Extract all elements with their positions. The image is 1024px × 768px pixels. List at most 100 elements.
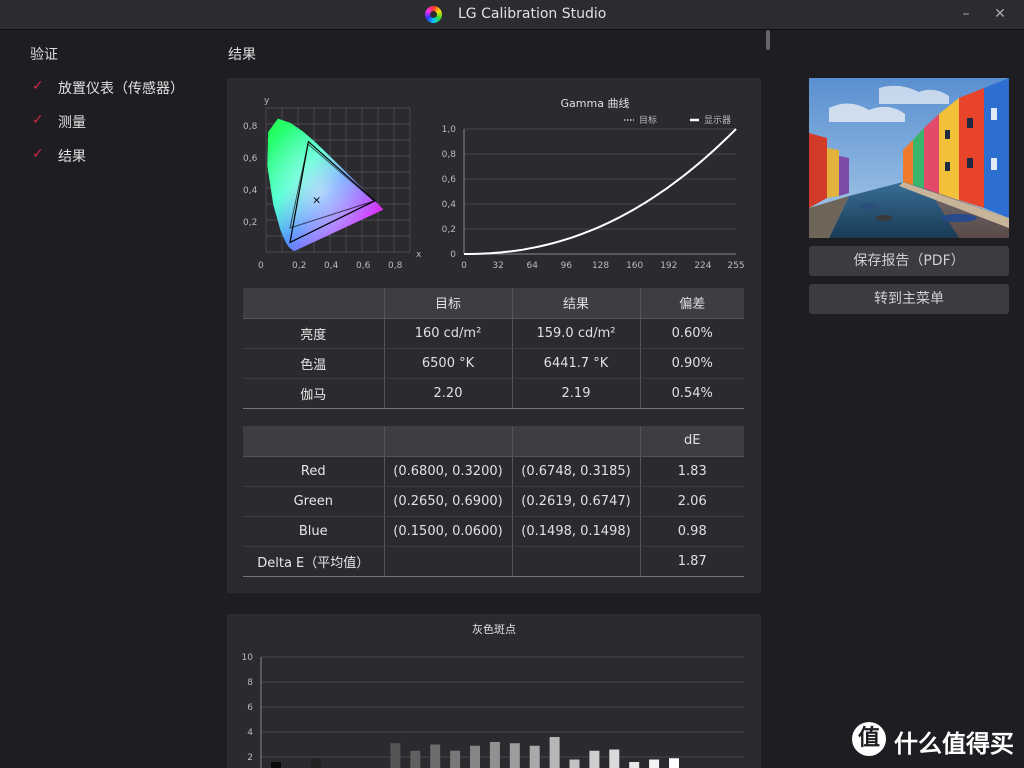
row-label: 伽马 [243,378,385,409]
gamma-x-tick: 0 [461,261,467,271]
delta-e-cell: 1.83 [640,456,744,487]
gamma-y-tick: 1,0 [442,125,457,135]
result-cell: (0.2619, 0.6747) [512,486,641,517]
gamut-y-tick: 0,8 [243,122,258,132]
gray-bar [430,744,441,768]
gamma-x-tick: 128 [592,261,609,271]
gray-bar [529,745,540,768]
step-label: 测量 [58,115,86,131]
gamut-y-label: y [264,96,270,106]
gamma-x-tick: 160 [626,261,643,271]
gamma-legend: 目标 显示器 [624,114,731,126]
delta-e-cell: 2.06 [640,486,744,517]
gamut-y-tick: 0,2 [243,218,257,228]
gamut-y-tick: 0,6 [243,154,258,164]
gamma-y-tick: 0,4 [442,200,457,210]
gray-bar [649,759,660,768]
target-cell: (0.2650, 0.6900) [384,486,513,517]
result-cell [512,546,641,577]
legend-display-label: 显示器 [704,115,731,126]
gamma-chart-title: Gamma 曲线 [561,96,630,110]
gray-bar [609,749,620,768]
row-label: Delta E（平均值） [243,546,385,577]
gamma-display-line [464,128,737,255]
gray-y-tick: 2 [247,753,253,763]
table-header-cell: 结果 [512,288,641,319]
result-cell: (0.6748, 0.3185) [512,456,641,487]
close-button[interactable]: ✕ [992,6,1008,22]
gamut-x-tick: 0,6 [356,261,371,271]
target-cell: 6500 °K [384,348,513,379]
gamma-x-tick: 192 [660,261,677,271]
watermark-logo-icon: 值 [852,722,886,756]
target-cell: (0.6800, 0.3200) [384,456,513,487]
preview-image [809,78,1009,238]
gamma-y-tick: 0,6 [442,175,457,185]
target-cell: (0.1500, 0.0600) [384,516,513,547]
result-cell: 2.19 [512,378,641,409]
gray-bar [271,762,281,768]
result-cell: 6441.7 °K [512,348,641,379]
table-header-row: 目标 结果 偏差 [243,288,744,319]
table-header-cell [512,426,641,457]
watermark-text: 什么值得买 [894,730,1014,758]
delta-e-cell: 0.98 [640,516,744,547]
gray-y-tick: 8 [247,678,253,688]
table-header-cell [243,426,385,457]
step-label: 结果 [58,149,86,165]
table-header-cell: dE [640,426,744,457]
gamma-x-tick: 64 [527,261,539,271]
gamma-y-tick: 0,8 [442,150,457,160]
minimize-button[interactable]: – [958,6,974,22]
gamma-y-tick: 0 [450,250,456,260]
go-to-main-menu-button[interactable]: 转到主菜单 [809,284,1009,314]
check-icon: ✓ [32,146,44,162]
table-header-cell [243,288,385,319]
gray-patches-chart: 灰色斑点 10 8 6 4 2 [242,622,744,768]
table-row: 亮度 160 cd/m² 159.0 cd/m² 0.60% [243,318,744,349]
gray-bar [390,743,401,768]
check-icon: ✓ [32,112,44,128]
luminance-table: 目标 结果 偏差 亮度 160 cd/m² 159.0 cd/m² 0.60% … [243,288,744,409]
app-logo-icon [425,6,442,23]
sidebar-heading: 验证 [30,47,58,63]
delta-e-cell: 1.87 [640,546,744,577]
title-bar: LG Calibration Studio – ✕ [0,0,1024,30]
gamma-x-tick: 224 [694,261,711,271]
gray-y-tick: 6 [247,703,253,713]
scrollbar-thumb[interactable] [766,30,770,50]
table-header-cell [384,426,513,457]
table-row: Delta E（平均值） 1.87 [243,546,744,577]
gamma-y-tick: 0,2 [442,225,456,235]
target-cell: 160 cd/m² [384,318,513,349]
table-header-row: dE [243,426,744,457]
gamut-x-tick: 0,4 [324,261,339,271]
gamma-chart: Gamma 曲线 目标 显示器 0 0,2 0,4 0,6 0,8 1,0 0 32 64 96… [442,96,745,271]
result-cell: (0.1498, 0.1498) [512,516,641,547]
gamut-x-label: x [416,250,422,260]
gray-y-tick: 4 [247,728,253,738]
gamma-x-tick: 32 [492,261,503,271]
row-label: 色温 [243,348,385,379]
gray-chart-title: 灰色斑点 [472,622,516,636]
row-label: Green [243,486,385,517]
table-header-cell: 偏差 [640,288,744,319]
white-blend [267,118,384,252]
page-title: 结果 [228,47,256,63]
row-label: 亮度 [243,318,385,349]
row-label: Red [243,456,385,487]
gray-bar [569,759,580,768]
gamma-x-tick: 96 [561,261,573,271]
row-label: Blue [243,516,385,547]
white-point-marker: × [312,193,321,206]
gray-bar [629,762,640,768]
gamut-x-tick: 0,8 [388,261,403,271]
deviation-cell: 0.60% [640,318,744,349]
table-row: Blue (0.1500, 0.0600) (0.1498, 0.1498) 0… [243,516,744,547]
gray-y-tick: 10 [242,653,254,663]
gamma-x-tick: 255 [727,261,744,271]
gray-bar [669,758,679,768]
save-report-pdf-button[interactable]: 保存报告（PDF） [809,246,1009,276]
result-cell: 159.0 cd/m² [512,318,641,349]
gray-bar [410,750,421,768]
